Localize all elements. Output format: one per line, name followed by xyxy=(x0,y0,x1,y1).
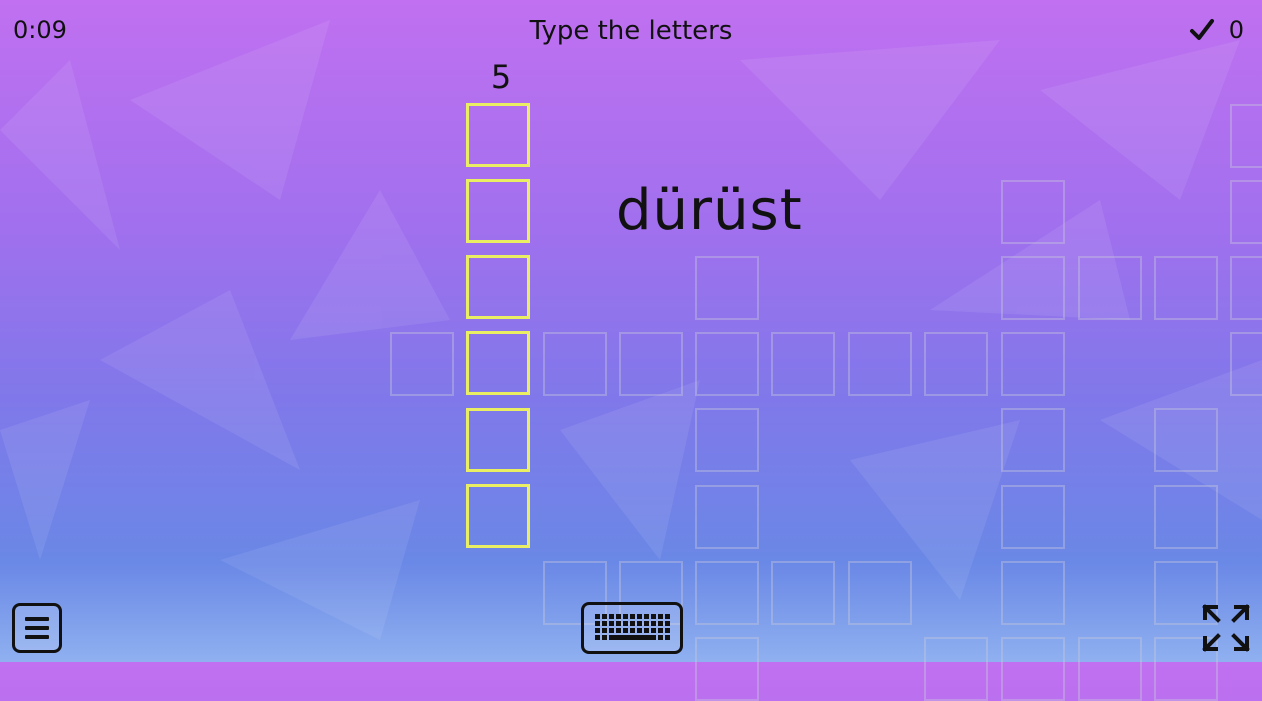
grid-cell[interactable] xyxy=(695,637,759,701)
grid-cell[interactable] xyxy=(1154,256,1218,320)
grid-cell[interactable] xyxy=(1001,256,1065,320)
grid-cell[interactable] xyxy=(1154,408,1218,472)
grid-cell[interactable] xyxy=(543,332,607,396)
grid-cell[interactable] xyxy=(1230,332,1262,396)
grid-cell[interactable] xyxy=(695,408,759,472)
keyboard-button[interactable] xyxy=(581,602,683,654)
clue-number: 5 xyxy=(490,58,512,96)
score-value: 0 xyxy=(1228,16,1244,44)
grid-cell[interactable] xyxy=(924,637,988,701)
grid-cell[interactable] xyxy=(848,561,912,625)
active-cell[interactable] xyxy=(466,179,530,243)
grid-cell[interactable] xyxy=(1001,485,1065,549)
top-bar: 0:09 Type the letters 0 xyxy=(0,0,1262,56)
grid-cell[interactable] xyxy=(1001,180,1065,244)
active-cell[interactable] xyxy=(466,331,530,395)
grid-cell[interactable] xyxy=(771,561,835,625)
grid-cell[interactable] xyxy=(1230,256,1262,320)
active-cell[interactable] xyxy=(466,255,530,319)
active-cell[interactable] xyxy=(466,408,530,472)
menu-button[interactable] xyxy=(12,603,62,653)
clue-word: dürüst xyxy=(616,178,803,243)
grid-cell[interactable] xyxy=(1078,637,1142,701)
grid-cell[interactable] xyxy=(1001,332,1065,396)
keyboard-icon xyxy=(595,614,670,640)
active-cell[interactable] xyxy=(466,484,530,548)
grid-cell[interactable] xyxy=(695,256,759,320)
grid-cell[interactable] xyxy=(1230,104,1262,168)
check-icon xyxy=(1189,19,1214,40)
grid-cell[interactable] xyxy=(771,332,835,396)
grid-cell[interactable] xyxy=(695,485,759,549)
instruction-title: Type the letters xyxy=(529,16,733,46)
grid-cell[interactable] xyxy=(1001,637,1065,701)
grid-cell[interactable] xyxy=(848,332,912,396)
grid-cell[interactable] xyxy=(1078,256,1142,320)
score: 0 xyxy=(1189,16,1244,44)
grid-cell[interactable] xyxy=(619,332,683,396)
grid-cell[interactable] xyxy=(1001,561,1065,625)
grid-cell[interactable] xyxy=(1230,180,1262,244)
grid-cell[interactable] xyxy=(924,332,988,396)
grid-cell[interactable] xyxy=(390,332,454,396)
grid-cell[interactable] xyxy=(1001,408,1065,472)
grid-cell[interactable] xyxy=(1154,485,1218,549)
grid-cell[interactable] xyxy=(695,561,759,625)
fullscreen-icon[interactable] xyxy=(1202,604,1250,652)
active-cell[interactable] xyxy=(466,103,530,167)
grid-cell[interactable] xyxy=(695,332,759,396)
